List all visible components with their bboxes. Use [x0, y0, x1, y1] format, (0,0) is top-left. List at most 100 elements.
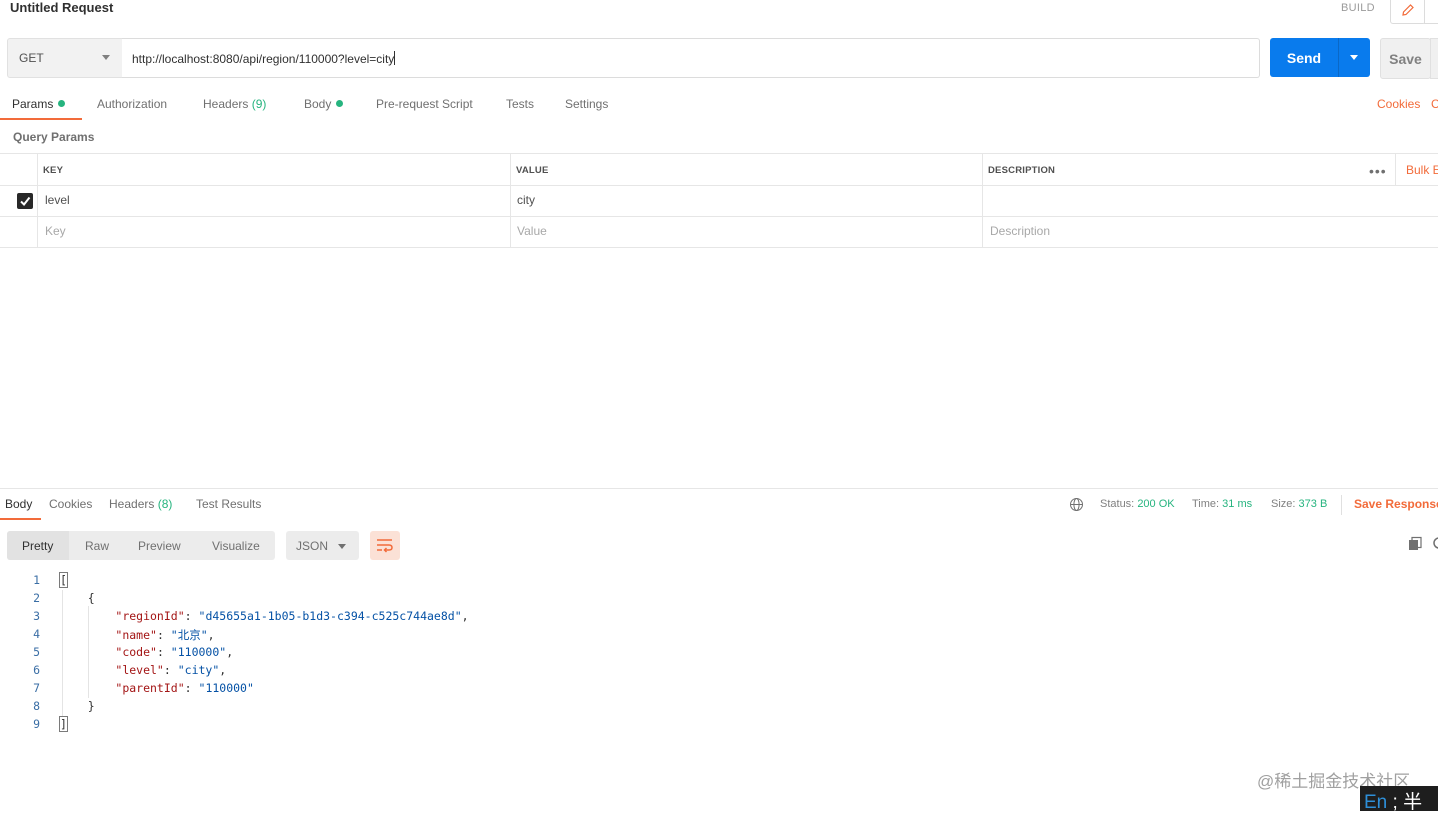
json-value-parentId: 110000: [205, 681, 247, 695]
view-mode-group: Pretty Raw Preview Visualize: [7, 531, 275, 560]
param-key-cell[interactable]: level: [45, 193, 70, 207]
line-number: 3: [33, 609, 40, 623]
tab-body[interactable]: Body: [304, 97, 344, 111]
query-params-title: Query Params: [13, 130, 95, 144]
more-options-icon[interactable]: •••: [1369, 163, 1387, 179]
column-divider: [37, 154, 38, 247]
text-cursor: [394, 51, 396, 65]
column-header-description: DESCRIPTION: [988, 165, 1056, 176]
time-value: 31 ms: [1222, 498, 1253, 510]
line-number: 6: [33, 663, 40, 677]
wrap-lines-button[interactable]: [370, 531, 400, 560]
response-tab-body[interactable]: Body: [5, 497, 32, 511]
checkmark-icon: [20, 196, 31, 207]
size-indicator[interactable]: Size: 373 B: [1271, 498, 1327, 510]
column-header-value: VALUE: [516, 165, 549, 176]
response-tab-test-results[interactable]: Test Results: [196, 497, 261, 511]
tab-tests[interactable]: Tests: [506, 97, 534, 111]
format-select[interactable]: JSON: [286, 531, 359, 560]
column-divider: [1395, 154, 1396, 185]
line-number: 9: [33, 717, 40, 731]
method-select[interactable]: GET: [7, 38, 124, 78]
send-options-chevron-icon[interactable]: [1350, 55, 1358, 60]
status-label: Status:: [1100, 498, 1135, 510]
table-divider: [0, 216, 1438, 217]
tab-settings[interactable]: Settings: [565, 97, 608, 111]
bulk-edit-link[interactable]: Bulk E: [1406, 163, 1438, 177]
params-indicator-dot: [58, 100, 66, 107]
new-description-input[interactable]: Description: [990, 224, 1050, 238]
code-line: ]: [59, 716, 68, 732]
column-divider: [510, 154, 511, 247]
code-line: "code": "110000",: [115, 645, 234, 659]
body-indicator-dot: [336, 100, 344, 107]
method-label: GET: [19, 51, 44, 65]
cookies-link[interactable]: Cookies: [1377, 97, 1420, 111]
response-tab-headers[interactable]: Headers (8): [109, 497, 172, 511]
line-number: 4: [33, 627, 40, 641]
json-value-name: 北京: [177, 628, 201, 642]
active-tab-indicator: [0, 118, 82, 120]
response-tab-headers-label: Headers: [109, 497, 155, 511]
copy-icon[interactable]: [1407, 536, 1423, 555]
tab-prerequest-script[interactable]: Pre-request Script: [376, 97, 473, 111]
chevron-down-icon: [102, 55, 110, 60]
search-icon[interactable]: [1432, 536, 1438, 555]
globe-icon[interactable]: [1069, 497, 1084, 515]
param-enabled-checkbox[interactable]: [17, 193, 33, 209]
time-indicator[interactable]: Time: 31 ms: [1192, 498, 1252, 510]
json-value-code: 110000: [177, 645, 220, 659]
json-value-regionId: d45655a1-1b05-b1d3-c394-c525c744ae8d: [205, 609, 455, 623]
active-response-tab-indicator: [0, 518, 41, 520]
ime-punctuation: ;: [1392, 792, 1398, 813]
ime-language: En: [1364, 792, 1388, 813]
param-value-cell[interactable]: city: [517, 193, 535, 207]
line-number: 7: [33, 681, 40, 695]
code-line: {: [60, 591, 95, 605]
status-indicator[interactable]: Status: 200 OK: [1100, 498, 1175, 510]
send-divider: [1338, 38, 1339, 77]
save-options-button[interactable]: [1430, 38, 1438, 79]
code-link[interactable]: C: [1431, 97, 1438, 111]
tab-body-label: Body: [304, 97, 332, 111]
tab-params[interactable]: Params: [12, 97, 66, 111]
new-value-input[interactable]: Value: [517, 224, 547, 238]
save-response-button[interactable]: Save Response: [1354, 497, 1438, 511]
line-number: 2: [33, 591, 40, 605]
request-title[interactable]: Untitled Request: [10, 0, 113, 15]
url-value: http://localhost:8080/api/region/110000?…: [132, 52, 395, 66]
table-divider: [0, 185, 1438, 186]
new-key-input[interactable]: Key: [45, 224, 66, 238]
format-label: JSON: [296, 539, 329, 553]
url-input[interactable]: http://localhost:8080/api/region/110000?…: [122, 38, 1260, 78]
view-pretty-button[interactable]: Pretty: [7, 531, 69, 560]
view-pretty-label: Pretty: [22, 539, 54, 553]
code-line: "regionId": "d45655a1-1b05-b1d3-c394-c52…: [115, 609, 469, 623]
response-headers-count: (8): [157, 497, 173, 511]
view-preview-button[interactable]: Preview: [138, 539, 181, 553]
view-raw-button[interactable]: Raw: [85, 539, 109, 553]
pencil-icon: [1402, 4, 1414, 16]
build-mode-label[interactable]: BUILD: [1341, 2, 1375, 14]
tab-params-label: Params: [12, 97, 54, 111]
document-button[interactable]: [1424, 0, 1438, 24]
status-value: 200 OK: [1137, 498, 1175, 510]
params-table: KEY VALUE DESCRIPTION ••• Bulk E level c…: [0, 153, 1438, 248]
send-button[interactable]: Send: [1270, 38, 1370, 77]
code-line: }: [60, 699, 95, 713]
tab-authorization[interactable]: Authorization: [97, 97, 167, 111]
tab-headers-count: (9): [251, 97, 267, 111]
ime-indicator[interactable]: En ; 半: [1360, 786, 1438, 813]
size-label: Size:: [1271, 498, 1296, 510]
view-visualize-button[interactable]: Visualize: [212, 539, 260, 553]
save-button[interactable]: Save: [1380, 38, 1431, 79]
send-label: Send: [1286, 50, 1322, 66]
size-value: 373 B: [1298, 498, 1328, 510]
edit-button[interactable]: [1390, 0, 1426, 24]
response-tab-cookies[interactable]: Cookies: [49, 497, 92, 511]
tab-headers-label: Headers: [203, 97, 249, 111]
response-pane-divider[interactable]: [0, 488, 1438, 489]
response-body-editor[interactable]: 1 2 3 4 5 6 7 8 9 [ { "regionId": "d4565…: [0, 570, 1438, 740]
line-number: 5: [33, 645, 40, 659]
tab-headers[interactable]: Headers (9): [203, 97, 266, 111]
